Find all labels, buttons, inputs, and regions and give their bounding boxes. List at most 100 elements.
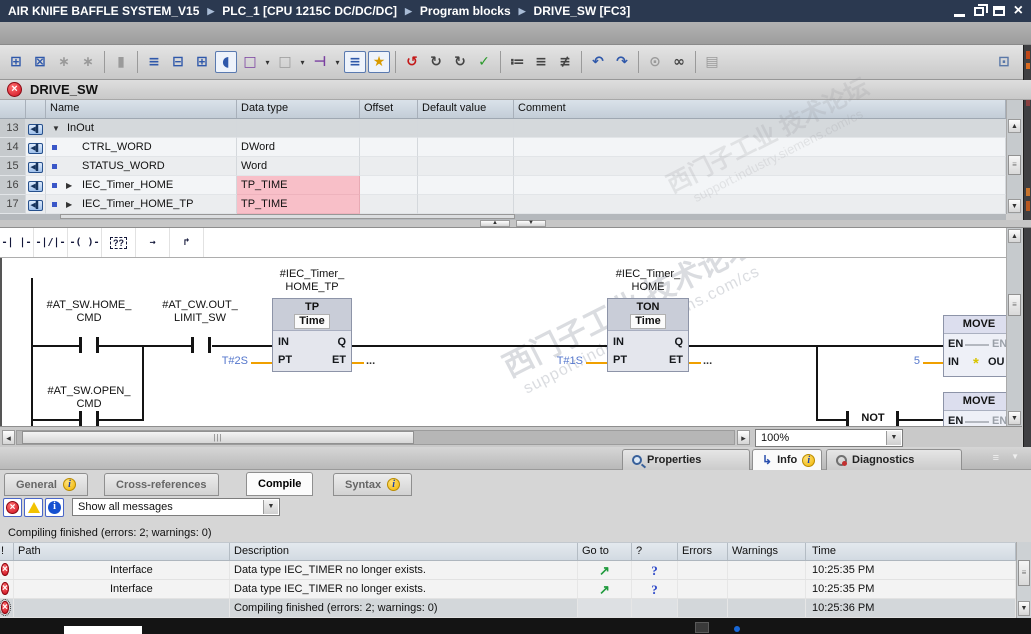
close-branch-icon[interactable]: ↱ — [170, 228, 204, 257]
pin-et[interactable]: ET — [669, 354, 683, 366]
ladder-hscrollbar[interactable]: ||| — [16, 430, 735, 445]
breadcrumb-program-blocks[interactable]: Program blocks — [420, 4, 511, 18]
splitter-up-icon[interactable]: ▲ — [480, 220, 510, 227]
pin-q[interactable]: Q — [674, 336, 683, 348]
row-name[interactable]: InOut — [67, 122, 94, 134]
timer-instance-label[interactable]: #IEC_Timer_ HOME_TP — [247, 268, 377, 294]
col-goto[interactable]: Go to — [578, 543, 632, 560]
insert-empty-box-icon[interactable]: □ — [274, 51, 296, 73]
scroll-left-icon[interactable]: ◂ — [2, 430, 15, 445]
collapse-pane-icon[interactable]: ▼ — [1011, 452, 1019, 461]
pin-in[interactable]: IN — [948, 356, 959, 368]
scroll-right-icon[interactable]: ▸ — [737, 430, 750, 445]
message-description[interactable]: Data type IEC_TIMER no longer exists. — [230, 561, 578, 579]
move-block[interactable]: MOVE EN EN IN * OU — [943, 315, 1006, 377]
table-row[interactable]: 16 ▶ IEC_Timer_HOME TP_TIME — [0, 176, 1006, 195]
goto-arrow-icon[interactable]: ↗ — [599, 582, 610, 597]
insert-box-icon[interactable]: □ — [239, 51, 261, 73]
add-row-after-icon[interactable]: ∗ — [77, 51, 99, 73]
col-path[interactable]: Path — [14, 543, 230, 560]
zoom-select[interactable]: 100% — [755, 429, 903, 447]
row-name[interactable]: CTRL_WORD — [82, 141, 152, 153]
jump-previous-icon[interactable]: ↶ — [587, 51, 609, 73]
filter-errors-button[interactable] — [3, 498, 22, 517]
message-scrollbar[interactable]: ≡ ▼ — [1016, 542, 1031, 618]
open-all-networks-icon[interactable]: ⊟ — [167, 51, 189, 73]
ladder-network-canvas[interactable]: 西门子工业 技术论坛 support.industry.siemens.com/… — [0, 258, 1006, 426]
row-name[interactable]: IEC_Timer_HOME_TP — [82, 198, 193, 210]
table-row[interactable]: 17 ▶ IEC_Timer_HOME_TP TP_TIME — [0, 195, 1006, 214]
tp-timer-block[interactable]: TP Time IN Q PT ET — [272, 298, 352, 372]
close-icon[interactable] — [1014, 1, 1023, 21]
pin-en[interactable]: EN — [948, 415, 963, 426]
insert-box-dropdown-icon[interactable]: ▾ — [263, 51, 272, 73]
pt-operand-value[interactable]: T#2S — [202, 355, 248, 367]
scroll-down-icon[interactable]: ▼ — [1008, 411, 1021, 425]
collapse-triangle-icon[interactable]: ▼ — [52, 124, 60, 133]
pin-eno[interactable]: EN — [992, 415, 1006, 426]
contact-icon[interactable] — [896, 411, 899, 426]
scroll-down-icon[interactable]: ▼ — [1018, 601, 1030, 616]
pin-pt[interactable]: PT — [278, 354, 292, 366]
col-comment[interactable]: Comment — [514, 100, 1006, 118]
message-path[interactable] — [14, 599, 230, 617]
message-row-selected[interactable]: Compiling finished (errors: 2; warnings:… — [0, 599, 1016, 618]
col-name[interactable]: Name — [46, 100, 237, 118]
close-all-networks-icon[interactable]: ⊞ — [191, 51, 213, 73]
empty-box-icon[interactable]: ?? — [102, 228, 136, 257]
splitter-down-icon[interactable]: ▼ — [516, 220, 546, 227]
right-task-card-strip[interactable] — [1023, 45, 1031, 447]
scroll-up-icon[interactable]: ▲ — [1008, 229, 1021, 243]
scroll-down-icon[interactable]: ▼ — [1008, 199, 1021, 213]
pin-pt[interactable]: PT — [613, 354, 627, 366]
help-icon[interactable]: ? — [651, 582, 658, 597]
scrollbar-thumb[interactable]: ≡ — [1008, 155, 1021, 175]
col-time[interactable]: Time — [806, 543, 1016, 560]
row-name[interactable]: IEC_Timer_HOME — [82, 179, 173, 191]
favorites-toggle-icon[interactable]: ≡ — [344, 51, 366, 73]
breadcrumb-block[interactable]: DRIVE_SW [FC3] — [534, 4, 631, 18]
contact-operand[interactable]: #AT_SW.OPEN_ CMD — [24, 385, 154, 411]
row-data-type[interactable]: DWord — [237, 138, 360, 157]
minimize-icon[interactable] — [953, 13, 965, 17]
add-row-before-icon[interactable]: ∗ — [53, 51, 75, 73]
filter-warnings-button[interactable] — [24, 498, 43, 517]
message-description[interactable]: Compiling finished (errors: 2; warnings:… — [230, 599, 578, 617]
col-warnings[interactable]: Warnings — [728, 543, 806, 560]
col-errors[interactable]: Errors — [678, 543, 728, 560]
pin-et[interactable]: ET — [332, 354, 346, 366]
col-offset[interactable]: Offset — [360, 100, 418, 118]
et-operand-value[interactable]: ... — [703, 355, 712, 367]
consistency-check-icon[interactable]: ✓ — [473, 51, 495, 73]
jump-next-icon[interactable]: ↷ — [611, 51, 633, 73]
message-path[interactable]: Interface — [14, 580, 230, 598]
subtab-compile[interactable]: Compile — [246, 472, 314, 496]
et-operand-value[interactable]: ... — [366, 355, 375, 367]
network-comments-icon[interactable]: ◖ — [215, 51, 237, 73]
col-description[interactable]: Description — [230, 543, 578, 560]
message-path[interactable]: Interface — [14, 561, 230, 579]
row-data-type-error[interactable]: TP_TIME — [237, 176, 360, 195]
maximize-icon[interactable] — [992, 6, 1005, 16]
contact-icon[interactable] — [79, 411, 82, 426]
row-data-type-error[interactable]: TP_TIME — [237, 195, 360, 214]
pin-en[interactable]: EN — [948, 338, 963, 350]
restore-icon[interactable] — [973, 3, 988, 16]
pin-q[interactable]: Q — [337, 336, 346, 348]
open-branch-icon[interactable]: ⊣ — [309, 51, 331, 73]
data-block-icon[interactable]: ▤ — [701, 51, 723, 73]
breadcrumb-project[interactable]: AIR KNIFE BAFFLE SYSTEM_V15 — [8, 4, 199, 18]
contact-icon[interactable] — [208, 337, 211, 353]
tab-diagnostics[interactable]: Diagnostics — [826, 449, 962, 470]
contact-operand[interactable]: #AT_CW.OUT_ LIMIT_SW — [135, 299, 265, 325]
hide-symbols-icon[interactable]: ≢ — [554, 51, 576, 73]
instructions-icon[interactable]: ★ — [368, 51, 390, 73]
ton-timer-block[interactable]: TON Time IN Q PT ET — [607, 298, 689, 372]
scroll-up-icon[interactable]: ▲ — [1008, 119, 1021, 133]
expand-triangle-icon[interactable]: ▶ — [66, 181, 72, 190]
delete-row-icon[interactable]: ⊠ — [29, 51, 51, 73]
branch-dropdown-icon[interactable]: ▾ — [333, 51, 342, 73]
contact-icon[interactable] — [191, 337, 194, 353]
not-contact-label[interactable]: NOT — [849, 412, 897, 424]
pin-in[interactable]: IN — [613, 336, 624, 348]
